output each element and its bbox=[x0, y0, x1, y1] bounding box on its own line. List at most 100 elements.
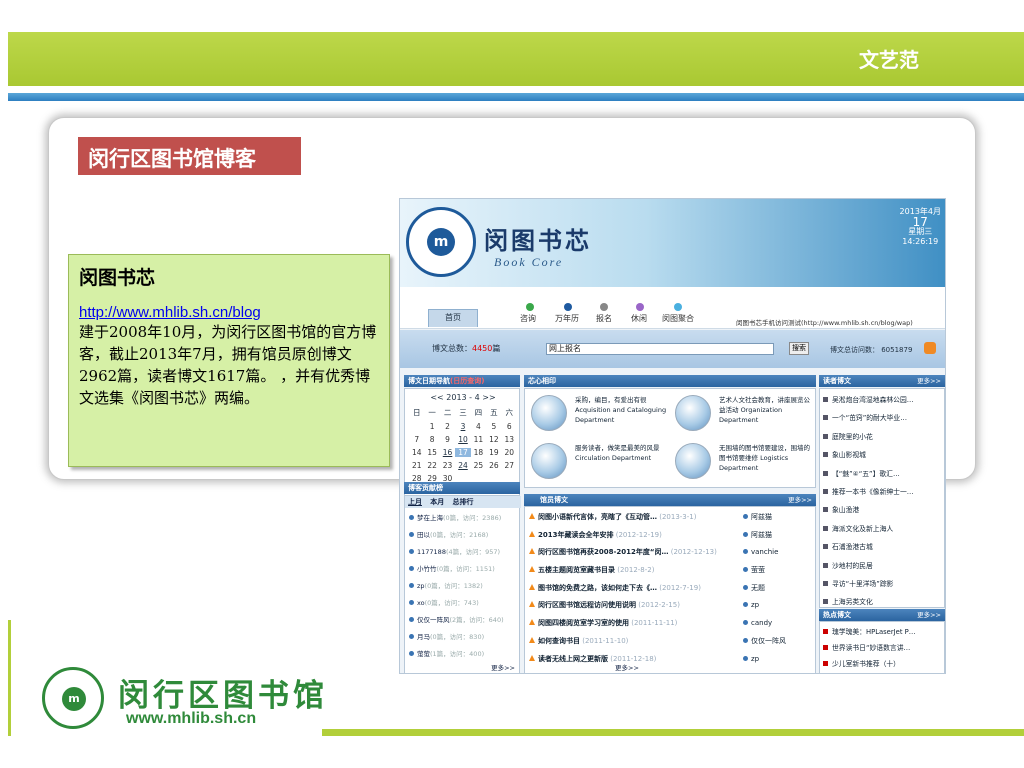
mobile-access-link[interactable]: 闵图书芯手机访问测试(http://www.mhlib.sh.cn/blog/w… bbox=[736, 317, 913, 327]
calendar-day[interactable]: 25 bbox=[471, 461, 486, 470]
list-item[interactable]: 梦在上海(0篇，访问：2386) bbox=[409, 510, 519, 527]
list-item[interactable]: 海派文化及新上海人 bbox=[823, 520, 945, 538]
bullet-icon bbox=[823, 397, 828, 402]
list-item[interactable]: 象山影视城 bbox=[823, 446, 945, 464]
banner-title: 闵图书芯 bbox=[484, 226, 592, 255]
stats-bar: 博文总数：4450篇 网上报名 搜索 博文总访问数： 6051879 bbox=[400, 330, 945, 368]
list-item[interactable]: 小竹竹(0篇，访问：1151) bbox=[409, 561, 519, 578]
table-row[interactable]: 如何查询书目 (2011-11-10) 仅仅一阵风 bbox=[529, 633, 815, 651]
dept-logistics[interactable]: 无围墙的图书馆要建设，围墙的图书馆要维修 Logistics Departmen… bbox=[675, 443, 815, 485]
calendar-day[interactable]: 15 bbox=[424, 448, 439, 457]
tab-all-time[interactable]: 总排行 bbox=[449, 498, 476, 506]
table-row[interactable]: 图书馆的免费之路，该如何走下去《… (2012-7-19) 无题 bbox=[529, 580, 815, 598]
list-item[interactable]: zp(0篇，访问：1382) bbox=[409, 578, 519, 595]
bullet-icon bbox=[743, 637, 748, 643]
calendar-day[interactable]: 12 bbox=[486, 435, 501, 444]
calendar-day[interactable]: 18 bbox=[471, 448, 486, 457]
table-row[interactable]: 闵图小语新代言体，亮瞎了《互动管… (2013-3-1) 阿兹猫 bbox=[529, 509, 815, 527]
calendar-day[interactable]: 19 bbox=[486, 448, 501, 457]
tab-last-month[interactable]: 上月 bbox=[405, 498, 425, 506]
bullet-icon bbox=[743, 602, 748, 608]
table-row[interactable]: 闵图四楼阅览室学习室的使用 (2011-11-11) candy bbox=[529, 615, 815, 633]
tab-this-month[interactable]: 本月 bbox=[427, 498, 447, 506]
table-row[interactable]: 闵行区图书馆再获2008-2012年度“闵… (2012-12-13) vanch… bbox=[529, 544, 815, 562]
calendar-day[interactable]: 26 bbox=[486, 461, 501, 470]
calendar-day[interactable]: 21 bbox=[409, 461, 424, 470]
list-item[interactable]: 寻访“十里洋场”踪影 bbox=[823, 575, 945, 593]
nav-item-calendar[interactable]: 万年历 bbox=[555, 313, 579, 324]
calendar-day[interactable]: 4 bbox=[471, 422, 486, 431]
xinxiang-header: 芯心相印 bbox=[524, 375, 816, 387]
blog-banner: m 闵图书芯 Book Core 2013年4月 17 星期三 14:26:19 bbox=[400, 199, 945, 287]
list-item[interactable]: 沙地村的民居 bbox=[823, 557, 945, 575]
list-item[interactable]: 吴淞炮台湾湿地森林公园… bbox=[823, 391, 945, 409]
hot-panel: 瑰学瑰美：HPLaserJet P… 世界读书日“妙语数言讲… 少儿室新书推荐（十） bbox=[819, 621, 945, 673]
info-box-description: 建于2008年10月，为闵行区图书馆的官方博客，截止2013年7月，拥有馆员原创… bbox=[79, 323, 377, 407]
list-item[interactable]: 少儿室新书推荐（十） bbox=[823, 656, 945, 672]
calendar-day[interactable]: 17 bbox=[455, 448, 471, 457]
up-arrow-icon bbox=[529, 583, 535, 590]
search-button[interactable]: 搜索 bbox=[789, 342, 809, 355]
blog-link[interactable]: http://www.mhlib.sh.cn/blog bbox=[79, 304, 379, 321]
list-item[interactable]: 石浦渔港古城 bbox=[823, 538, 945, 556]
calendar-day[interactable]: 2 bbox=[440, 422, 455, 431]
xinxiang-panel: 采购，编目，有爱出有很 Acquisition and Cataloguing … bbox=[524, 388, 816, 488]
calendar-day[interactable]: 24 bbox=[455, 461, 470, 470]
readers-list: 吴淞炮台湾湿地森林公园… 一个“茁窍”的耐大毕业… 庭院里的小花 象山影视城 【“魅”④… bbox=[823, 391, 945, 612]
calendar-day[interactable]: 16 bbox=[440, 448, 455, 457]
calendar-day[interactable]: 14 bbox=[409, 448, 424, 457]
latest-more-link[interactable]: 更多>> bbox=[615, 662, 639, 672]
list-item[interactable]: 推荐一本书《像新绅士一… bbox=[823, 483, 945, 501]
calendar-day[interactable]: 3 bbox=[455, 422, 470, 431]
nav-item-register[interactable]: 报名 bbox=[596, 313, 612, 324]
table-row[interactable]: 2013年藏读会全年安排 (2012-12-19) 阿兹猫 bbox=[529, 527, 815, 545]
calendar-day[interactable]: 13 bbox=[502, 435, 517, 444]
rss-icon[interactable] bbox=[924, 342, 936, 354]
dept-organization[interactable]: 艺术人文社会教育，讲座展览公益活动 Organization Departmen… bbox=[675, 395, 815, 437]
search-input[interactable]: 网上报名 bbox=[546, 343, 774, 355]
calendar-day[interactable]: 7 bbox=[409, 435, 424, 444]
list-item[interactable]: xo(0篇，访问：743) bbox=[409, 595, 519, 612]
calendar-month-nav[interactable]: << 2013 - 4 >> bbox=[405, 393, 521, 402]
calendar-weekday: 五 bbox=[490, 408, 498, 417]
list-item[interactable]: 萤萤(1篇，访问：400) bbox=[409, 646, 519, 663]
calendar-day[interactable]: 27 bbox=[502, 461, 517, 470]
table-row[interactable]: 五楼主题阅览室藏书目录 (2012-8-2) 萤萤 bbox=[529, 562, 815, 580]
list-item[interactable]: 田以(0篇，访问：2168) bbox=[409, 527, 519, 544]
dept-circulation[interactable]: 服务读者，做笑是最美的风景 Circulation Department bbox=[531, 443, 671, 485]
list-item[interactable]: 1177188(4篇，访问：957) bbox=[409, 544, 519, 561]
footer-url[interactable]: www.mhlib.sh.cn bbox=[126, 710, 256, 728]
list-item[interactable]: 瑰学瑰美：HPLaserJet P… bbox=[823, 624, 945, 640]
nav-item-consult[interactable]: 咨询 bbox=[520, 313, 536, 324]
calendar-day[interactable]: 9 bbox=[440, 435, 455, 444]
contrib-more-link[interactable]: 更多>> bbox=[491, 662, 515, 672]
list-item[interactable]: 仅仅一阵风(2篇，访问：640) bbox=[409, 612, 519, 629]
calendar-day[interactable]: 22 bbox=[424, 461, 439, 470]
calendar-day[interactable]: 6 bbox=[502, 422, 517, 431]
table-row[interactable]: 闵行区图书馆远程访问使用说明 (2012-2-15) zp bbox=[529, 597, 815, 615]
dept-acquisition[interactable]: 采购，编目，有爱出有很 Acquisition and Cataloguing … bbox=[531, 395, 671, 437]
nav-item-aggregate[interactable]: 闵图聚合 bbox=[662, 313, 694, 324]
calendar-day[interactable]: 20 bbox=[502, 448, 517, 457]
calendar-day[interactable]: 11 bbox=[471, 435, 486, 444]
bullet-icon bbox=[409, 532, 414, 537]
calendar-day[interactable]: 1 bbox=[424, 422, 439, 431]
list-item[interactable]: 一个“茁窍”的耐大毕业… bbox=[823, 409, 945, 427]
list-item[interactable]: 庭院里的小花 bbox=[823, 428, 945, 446]
contrib-list: 梦在上海(0篇，访问：2386) 田以(0篇，访问：2168) 1177188(4篇… bbox=[409, 510, 519, 663]
calendar-day[interactable]: 5 bbox=[486, 422, 501, 431]
calendar-day[interactable]: 10 bbox=[455, 435, 470, 444]
info-box: 闵图书芯 http://www.mhlib.sh.cn/blog 建于2008年… bbox=[68, 254, 390, 467]
list-item[interactable]: 【“魅”④“五”】歌汇… bbox=[823, 465, 945, 483]
nav-item-leisure[interactable]: 休闲 bbox=[631, 313, 647, 324]
list-item[interactable]: 世界读书日“妙语数言讲… bbox=[823, 640, 945, 656]
calendar-day[interactable]: 23 bbox=[440, 461, 455, 470]
total-posts: 博文总数：4450篇 bbox=[432, 344, 501, 353]
bullet-icon bbox=[743, 584, 748, 590]
list-item[interactable]: 象山渔港 bbox=[823, 501, 945, 519]
list-item[interactable]: 月马(0篇，访问：830) bbox=[409, 629, 519, 646]
calendar-day[interactable]: 8 bbox=[424, 435, 439, 444]
tab-home[interactable]: 首页 bbox=[428, 309, 478, 327]
bullet-icon bbox=[743, 655, 748, 661]
table-row[interactable]: 读者无线上网之更新版 (2011-12-18) zp bbox=[529, 651, 815, 669]
